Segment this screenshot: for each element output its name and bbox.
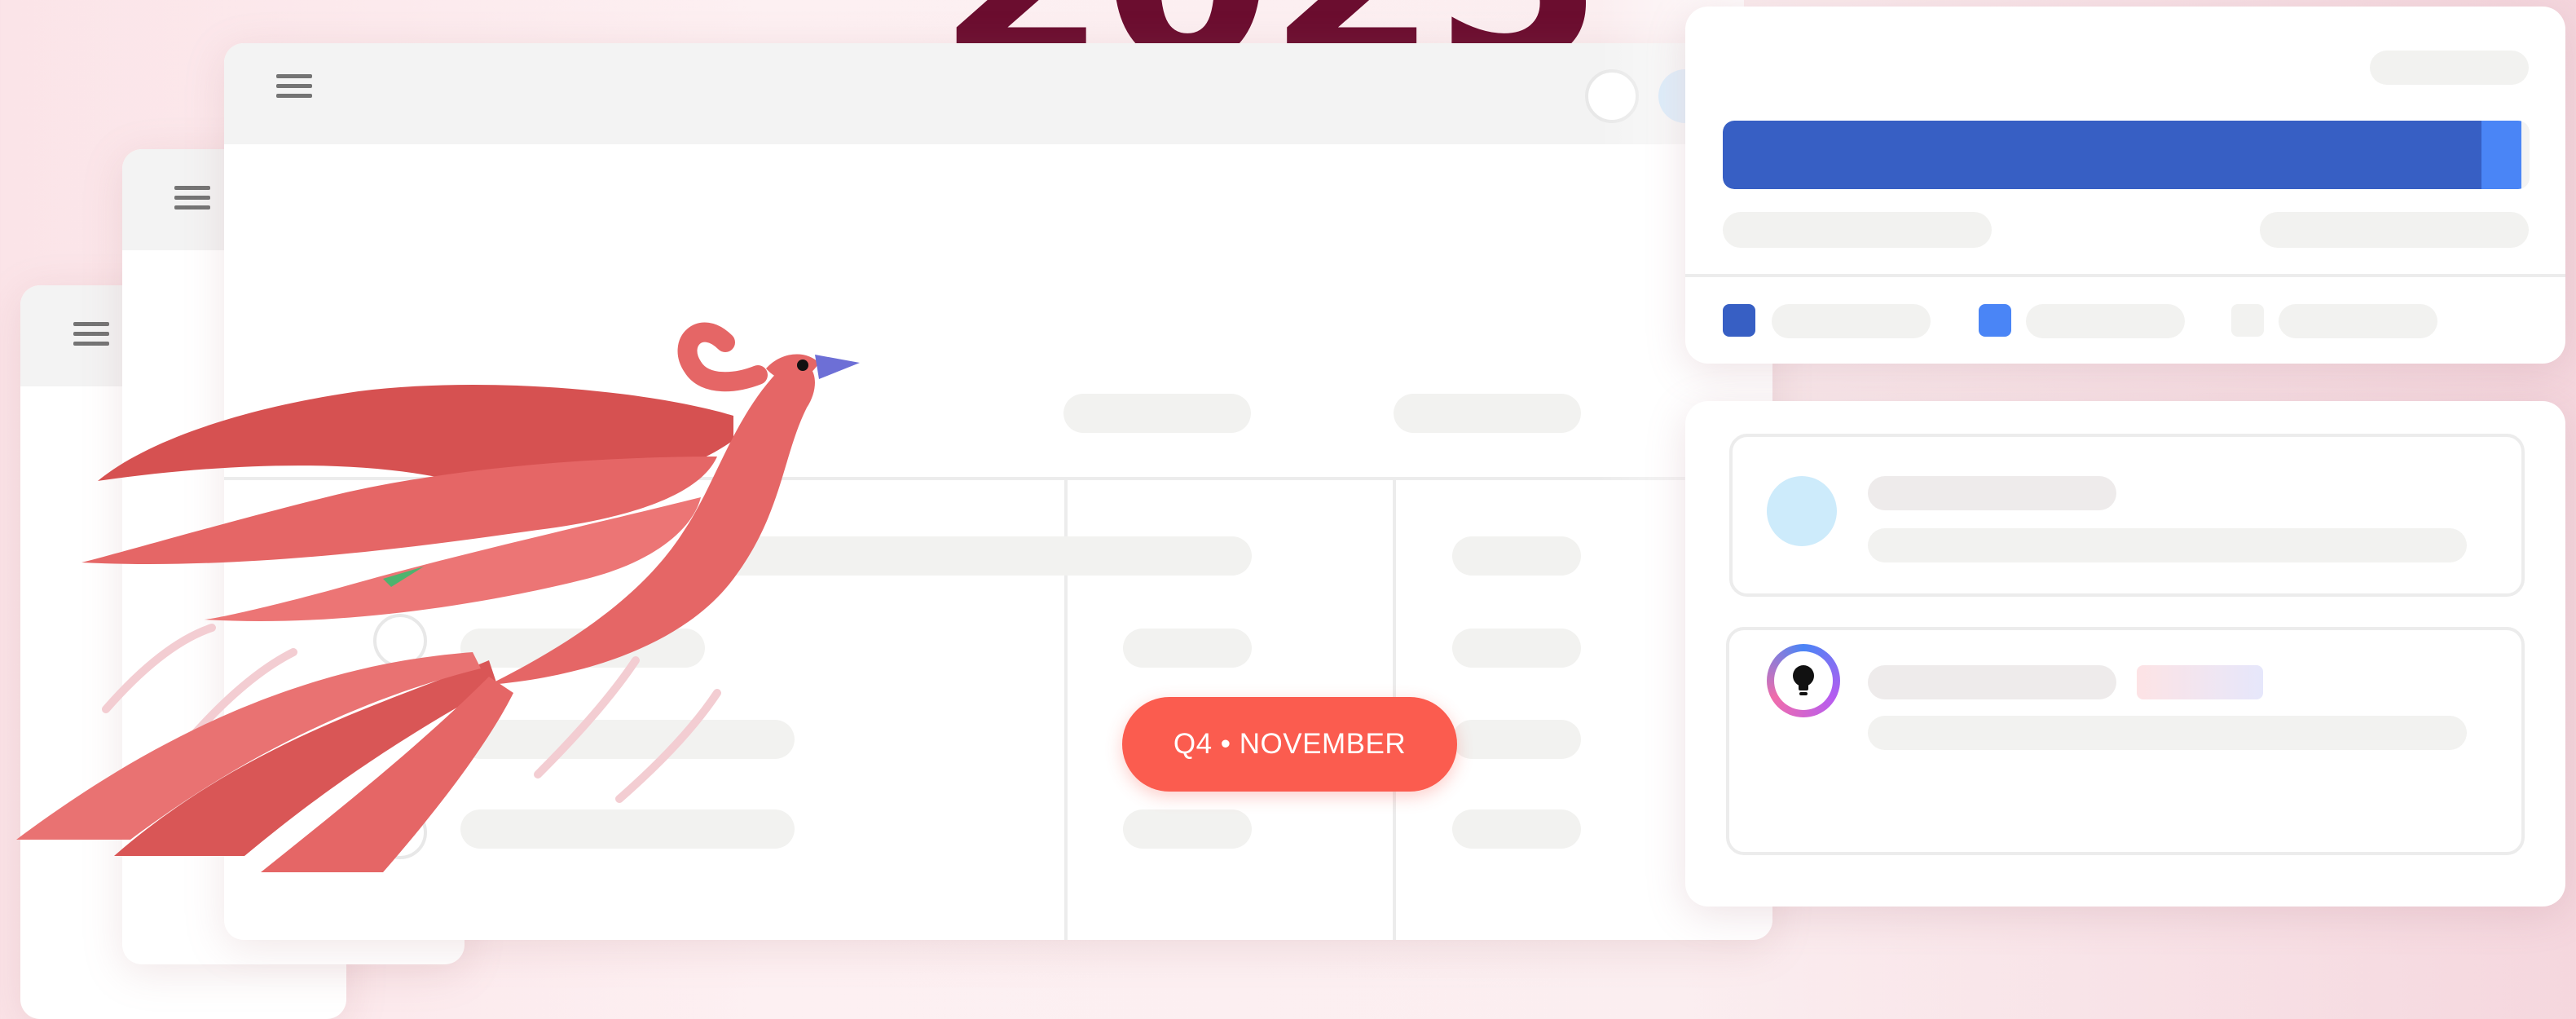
legend-label-placeholder [2026,304,2185,338]
progress-segment-secondary [2481,121,2522,189]
card-label-placeholder [2370,51,2529,85]
legend-swatch-secondary [1979,304,2011,337]
card-divider [1685,274,2565,277]
hamburger-menu-icon[interactable] [174,186,210,210]
list-item-body-placeholder [1868,716,2467,750]
list-item-title-placeholder [1868,665,2116,699]
lightbulb-icon [1767,644,1840,717]
hamburger-menu-icon[interactable] [276,74,312,99]
phoenix-bird-illustration [16,322,860,872]
avatar [1767,476,1837,546]
list-item-title-placeholder [1868,476,2116,510]
progress-label-placeholder [1723,212,1992,248]
progress-value-placeholder [2260,212,2529,248]
table-cell-placeholder [1123,536,1252,576]
list-item[interactable] [1729,434,2525,597]
column-header-placeholder [1063,394,1251,433]
legend-label-placeholder [1772,304,1931,338]
legend-swatch-primary [1723,304,1755,337]
legend-swatch-empty [2231,304,2264,337]
table-cell-placeholder [1123,629,1252,668]
list-item[interactable] [1726,627,2525,855]
column-header-placeholder [1394,394,1581,433]
timeline-badge: Q4 • NOVEMBER [1122,697,1457,792]
window-titlebar [224,43,1772,144]
table-cell-placeholder [1452,629,1581,668]
list-item-tag-placeholder [2137,665,2263,699]
legend-label-placeholder [2279,304,2437,338]
progress-segment-primary [1723,121,2481,189]
list-item-body-placeholder [1868,528,2467,562]
table-cell-placeholder [1452,536,1581,576]
table-cell-placeholder [1452,720,1581,759]
progress-card [1685,7,2565,364]
table-cell-placeholder [1123,809,1252,849]
update-list-card [1685,401,2565,907]
table-cell-placeholder [1452,809,1581,849]
progress-bar-track [1723,121,2530,189]
